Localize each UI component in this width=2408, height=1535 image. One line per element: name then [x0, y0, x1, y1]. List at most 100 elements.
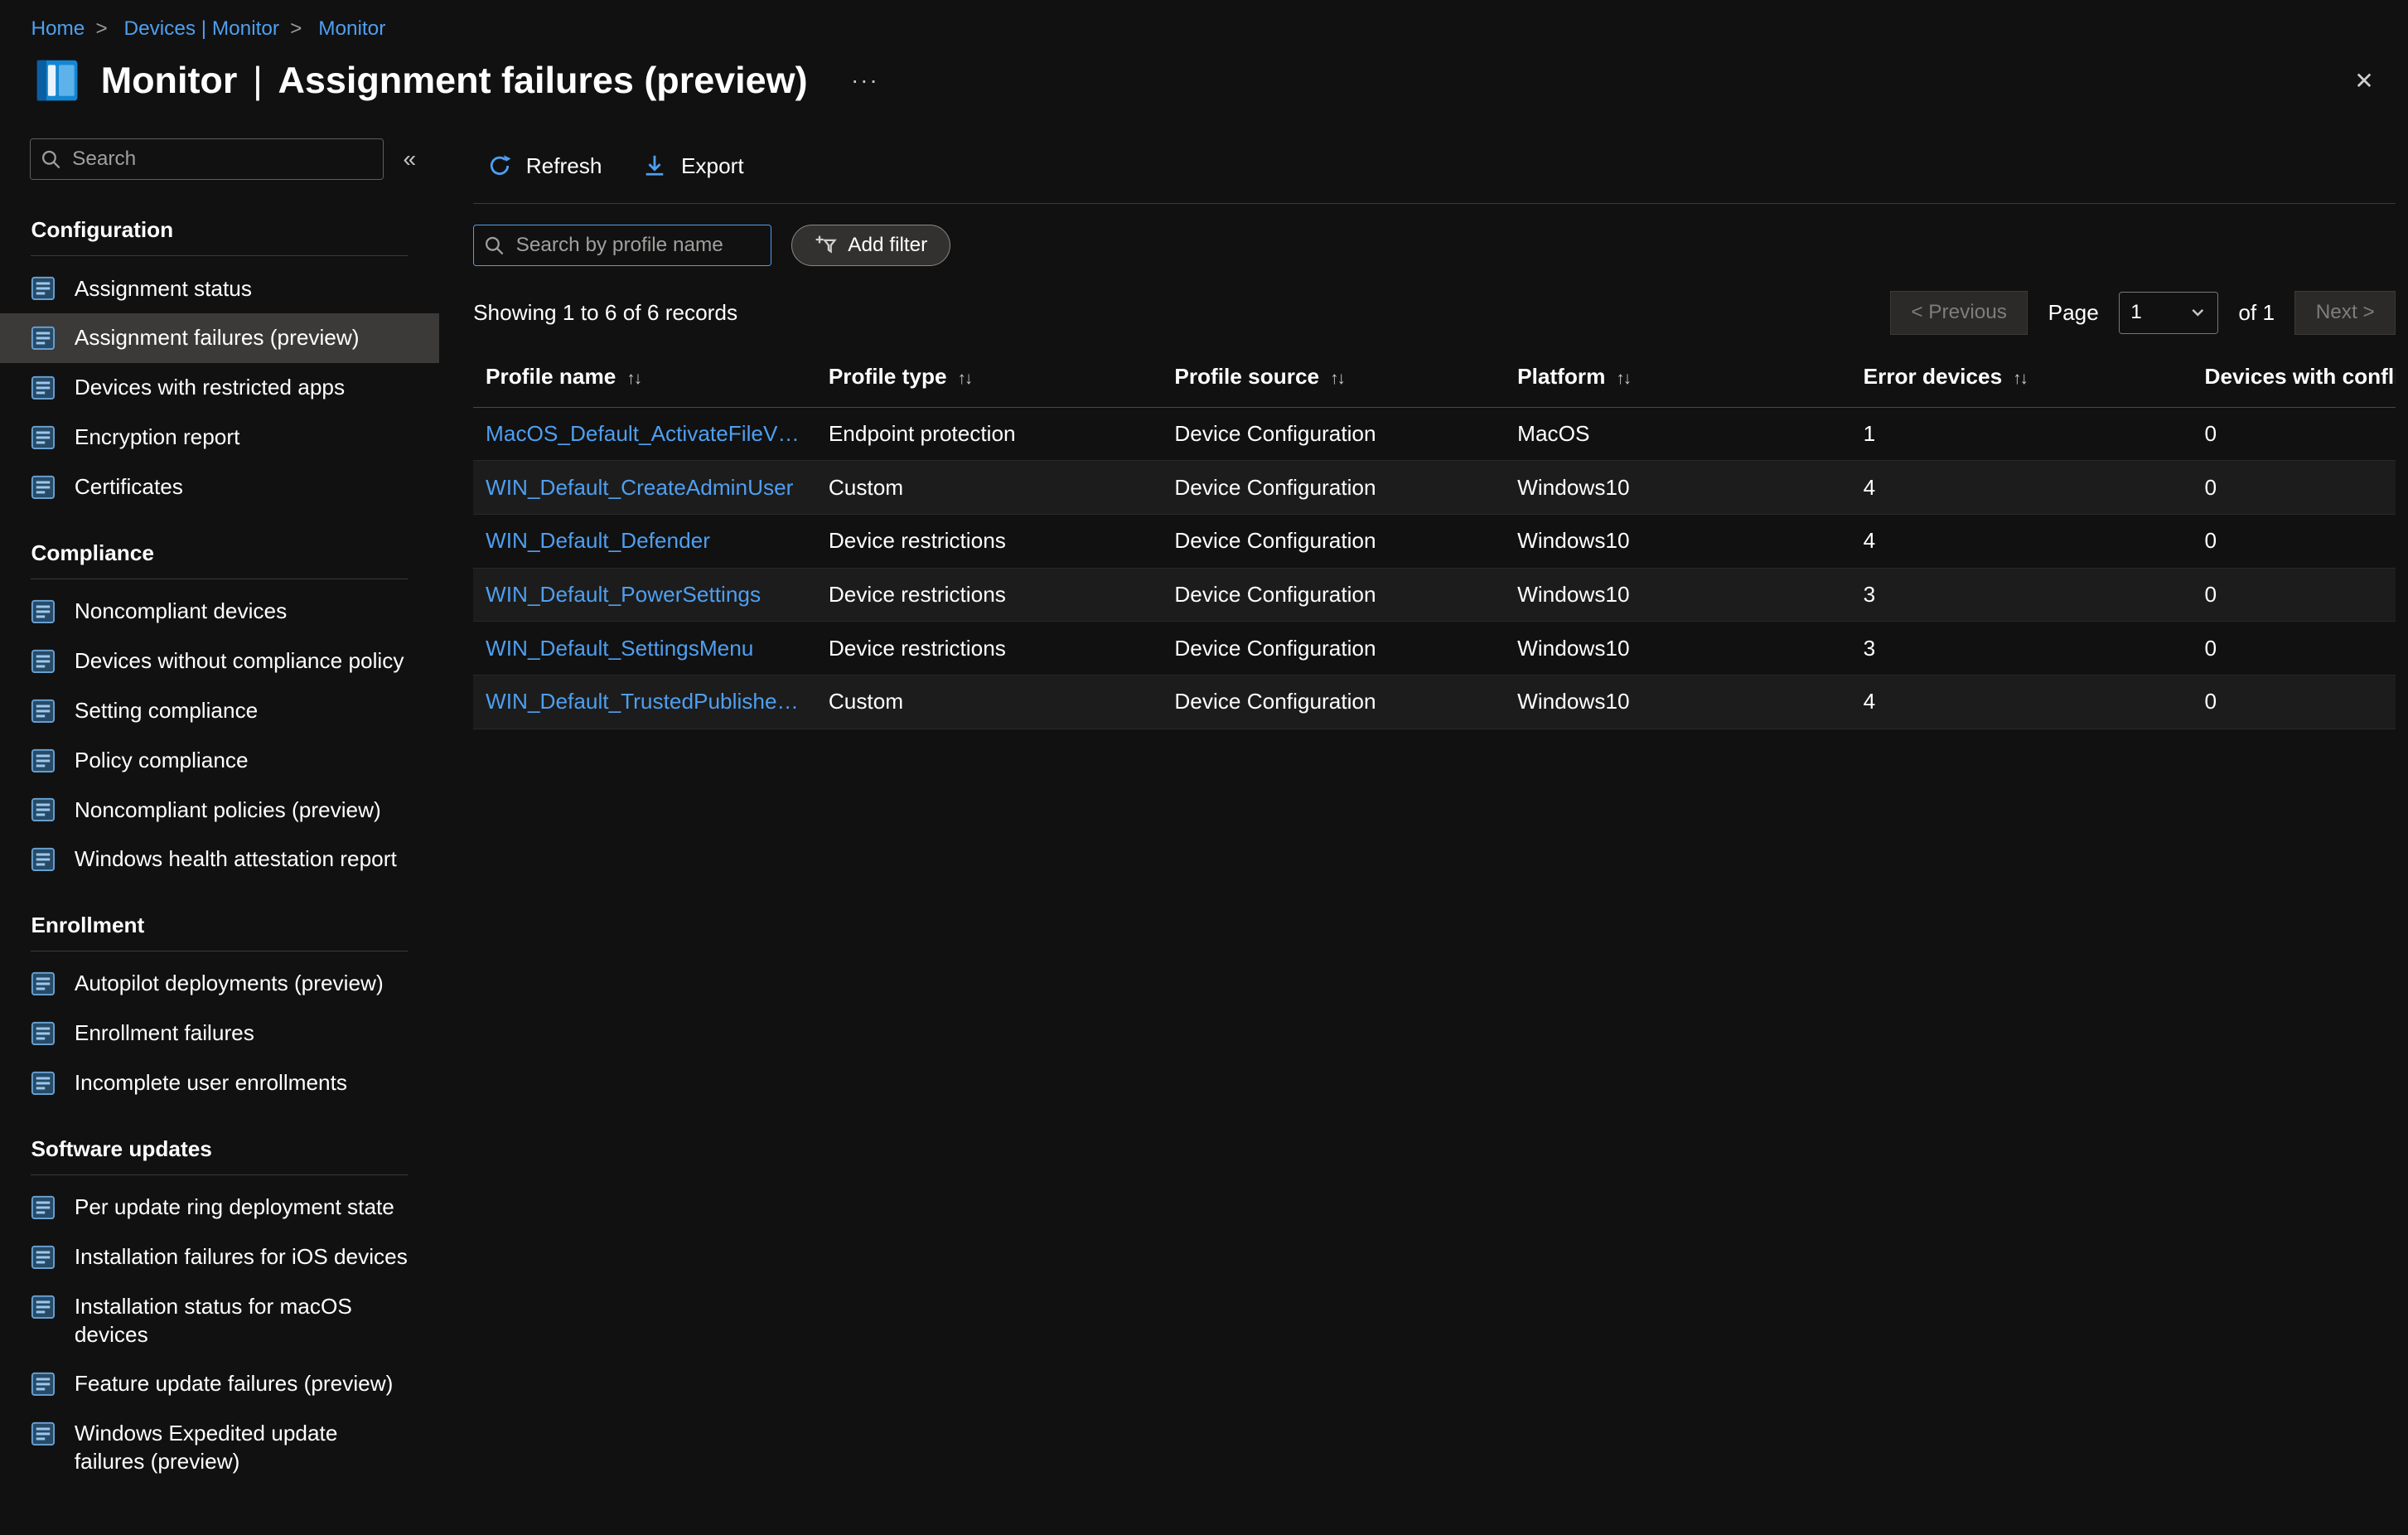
breadcrumb-link-devices-monitor[interactable]: Devices | Monitor	[124, 17, 280, 40]
sidebar-item-noncompliant-devices[interactable]: Noncompliant devices	[0, 587, 439, 637]
sidebar-item-label: Incomplete user enrollments	[75, 1069, 409, 1097]
sidebar-item-certificates[interactable]: Certificates	[0, 462, 439, 512]
cell-error_devices: 3	[1851, 622, 2193, 675]
sort-icon: ↑↓	[1330, 369, 1344, 388]
cell-platform: Windows10	[1505, 675, 1851, 729]
sidebar-item-label: Autopilot deployments (preview)	[75, 970, 409, 998]
chevron-down-icon	[2189, 304, 2207, 322]
sidebar-item-installation-status-for-macos-devices[interactable]: Installation status for macOS devices	[0, 1282, 439, 1360]
sidebar-item-label: Policy compliance	[75, 747, 409, 775]
profile-search-input[interactable]	[473, 225, 771, 267]
sidebar-item-label: Noncompliant policies (preview)	[75, 797, 409, 825]
more-options-button[interactable]: ···	[851, 67, 879, 94]
export-button[interactable]: Export	[642, 153, 744, 179]
sidebar-item-label: Enrollment failures	[75, 1019, 409, 1048]
column-header-profile-name[interactable]: Profile name↑↓	[473, 355, 816, 407]
column-header-label: Error devices	[1864, 364, 2003, 389]
sidebar-item-label: Assignment failures (preview)	[75, 324, 409, 352]
cell-profile_source: Device Configuration	[1162, 675, 1505, 729]
sidebar-item-feature-update-failures-preview[interactable]: Feature update failures (preview)	[0, 1359, 439, 1409]
sidebar-section: Enrollment Autopilot deployments (previe…	[0, 884, 439, 1108]
sidebar-item-policy-compliance[interactable]: Policy compliance	[0, 736, 439, 786]
column-header-devices-with-conflict[interactable]: Devices with conflict↑↓	[2193, 355, 2396, 407]
cell-profile_source: Device Configuration	[1162, 568, 1505, 622]
cell-profile_type: Endpoint protection	[816, 407, 1163, 461]
report-icon	[31, 475, 56, 500]
refresh-button[interactable]: Refresh	[487, 153, 602, 179]
filter-icon	[814, 234, 837, 257]
sidebar-item-assignment-failures-preview[interactable]: Assignment failures (preview)	[0, 313, 439, 363]
sidebar-search-input[interactable]	[30, 138, 384, 181]
column-header-label: Profile source	[1174, 364, 1319, 389]
report-icon	[31, 1071, 56, 1096]
report-icon	[31, 699, 56, 724]
next-page-button[interactable]: Next >	[2294, 291, 2396, 334]
profile-name-link[interactable]: WIN_Default_CreateAdminUser	[486, 475, 804, 501]
cell-platform: Windows10	[1505, 622, 1851, 675]
profile-name-link[interactable]: WIN_Default_PowerSettings	[486, 582, 804, 608]
cell-platform: Windows10	[1505, 461, 1851, 515]
sidebar-sections: Configuration Assignment status Assignme…	[0, 189, 439, 1486]
cell-profile_source: Device Configuration	[1162, 622, 1505, 675]
report-icon	[31, 1372, 56, 1397]
sidebar-item-per-update-ring-deployment-state[interactable]: Per update ring deployment state	[0, 1183, 439, 1232]
breadcrumb-link-monitor[interactable]: Monitor	[318, 17, 385, 40]
export-label: Export	[681, 153, 744, 179]
collapse-sidebar-button[interactable]: «	[389, 146, 430, 172]
table-row: WIN_Default_TrustedPublishe… CustomDevice…	[473, 675, 2396, 729]
breadcrumb-link-home[interactable]: Home	[31, 17, 85, 40]
sidebar-section-items: Noncompliant devices Devices without com…	[0, 587, 439, 884]
cell-profile_name: WIN_Default_TrustedPublishe…	[473, 675, 816, 729]
profile-name-link[interactable]: MacOS_Default_ActivateFileV…	[486, 421, 804, 447]
column-header-platform[interactable]: Platform↑↓	[1505, 355, 1851, 407]
page-title: Monitor | Assignment failures (preview)	[101, 59, 808, 102]
cell-profile_name: WIN_Default_CreateAdminUser	[473, 461, 816, 515]
blade-header: Home> Devices | Monitor> Monitor Monitor…	[0, 0, 2408, 128]
sort-icon: ↑↓	[958, 369, 972, 388]
titlebar: Monitor | Assignment failures (preview) …	[0, 42, 2408, 129]
cell-devices_with_conflict: 0	[2193, 461, 2396, 515]
column-header-profile-type[interactable]: Profile type↑↓	[816, 355, 1163, 407]
sort-icon: ↑↓	[2013, 369, 2027, 388]
sidebar-item-autopilot-deployments-preview[interactable]: Autopilot deployments (preview)	[0, 959, 439, 1009]
sidebar-section-items: Per update ring deployment state Install…	[0, 1183, 439, 1487]
breadcrumb-separator-icon: >	[290, 17, 302, 40]
add-filter-label: Add filter	[848, 234, 927, 257]
profile-name-link[interactable]: WIN_Default_Defender	[486, 528, 804, 554]
sidebar-item-devices-with-restricted-apps[interactable]: Devices with restricted apps	[0, 363, 439, 413]
sidebar-item-windows-health-attestation-report[interactable]: Windows health attestation report	[0, 835, 439, 884]
sidebar-item-encryption-report[interactable]: Encryption report	[0, 413, 439, 462]
sidebar-item-windows-expedited-update-failures-preview[interactable]: Windows Expedited update failures (previ…	[0, 1409, 439, 1487]
cell-profile_source: Device Configuration	[1162, 514, 1505, 568]
pagination: < Previous Page 1 of 1 Next >	[1890, 291, 2396, 334]
table-header: Profile name↑↓Profile type↑↓Profile sour…	[473, 355, 2396, 407]
sidebar-item-noncompliant-policies-preview[interactable]: Noncompliant policies (preview)	[0, 785, 439, 835]
page-number-select[interactable]: 1	[2119, 292, 2218, 334]
sidebar-item-label: Windows health attestation report	[75, 845, 409, 874]
cell-profile_type: Custom	[816, 461, 1163, 515]
column-header-error-devices[interactable]: Error devices ↑↓	[1851, 355, 2193, 407]
previous-page-button[interactable]: < Previous	[1890, 291, 2028, 334]
records-count-text: Showing 1 to 6 of 6 records	[473, 300, 737, 326]
sidebar-item-incomplete-user-enrollments[interactable]: Incomplete user enrollments	[0, 1058, 439, 1108]
refresh-label: Refresh	[526, 153, 602, 179]
profile-name-link[interactable]: WIN_Default_SettingsMenu	[486, 636, 804, 661]
sidebar-item-assignment-status[interactable]: Assignment status	[0, 264, 439, 313]
close-blade-button[interactable]: ✕	[2354, 67, 2374, 94]
sidebar-item-devices-without-compliance-policy[interactable]: Devices without compliance policy	[0, 637, 439, 686]
sidebar-item-enrollment-failures[interactable]: Enrollment failures	[0, 1009, 439, 1058]
cell-platform: Windows10	[1505, 568, 1851, 622]
add-filter-button[interactable]: Add filter	[791, 225, 950, 267]
report-icon	[31, 1195, 56, 1220]
column-header-profile-source[interactable]: Profile source ↑↓	[1162, 355, 1505, 407]
search-icon	[484, 235, 504, 255]
cell-profile_source: Device Configuration	[1162, 461, 1505, 515]
sidebar-item-setting-compliance[interactable]: Setting compliance	[0, 686, 439, 736]
sidebar-section-title: Configuration	[31, 189, 408, 256]
sidebar-item-label: Setting compliance	[75, 697, 409, 725]
profile-name-link[interactable]: WIN_Default_TrustedPublishe…	[486, 689, 804, 714]
cell-error_devices: 4	[1851, 461, 2193, 515]
report-icon	[31, 1021, 56, 1046]
cell-profile_type: Custom	[816, 675, 1163, 729]
sidebar-item-installation-failures-for-ios-devices[interactable]: Installation failures for iOS devices	[0, 1232, 439, 1282]
